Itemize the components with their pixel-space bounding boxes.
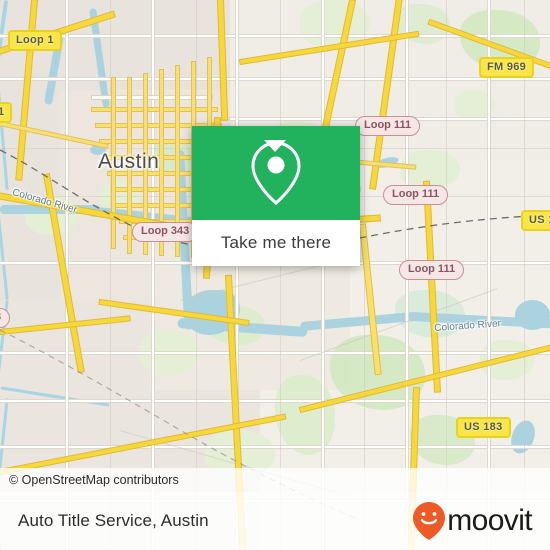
moovit-pin-smiley-icon bbox=[413, 502, 446, 540]
map-screenshot: Austin Colorado River Colorado River Loo… bbox=[0, 0, 550, 550]
take-me-there-button[interactable]: Take me there bbox=[192, 220, 360, 266]
map-attribution-bar: © OpenStreetMap contributors bbox=[0, 468, 550, 492]
bottom-info-bar: Auto Title Service, Austin moovit bbox=[0, 492, 550, 550]
place-name-label: Auto Title Service, Austin bbox=[18, 511, 209, 530]
street-h6 bbox=[0, 400, 550, 402]
moovit-logo[interactable]: moovit bbox=[412, 501, 533, 541]
loop-badge-111-a[interactable]: Loop 111 bbox=[355, 116, 421, 136]
loop-badge-111-c[interactable]: Loop 111 bbox=[399, 260, 465, 280]
take-me-there-label: Take me there bbox=[220, 233, 332, 252]
shield-us-1[interactable]: US 1 bbox=[521, 210, 550, 231]
street-h2 bbox=[0, 78, 550, 80]
popup-arrow bbox=[264, 140, 286, 152]
loop-badge-343[interactable]: Loop 343 bbox=[132, 222, 199, 242]
shield-fm-969[interactable]: FM 969 bbox=[479, 57, 535, 78]
city-label-austin: Austin bbox=[98, 150, 160, 173]
shield-us-183[interactable]: US 183 bbox=[456, 417, 511, 438]
shield-1[interactable]: 1 bbox=[0, 102, 13, 123]
loop-badge-111-b[interactable]: Loop 111 bbox=[383, 185, 449, 205]
attribution-text[interactable]: © OpenStreetMap contributors bbox=[0, 473, 179, 487]
shield-loop-1[interactable]: Loop 1 bbox=[8, 30, 62, 51]
street-h7 bbox=[0, 446, 550, 448]
moovit-wordmark: moovit bbox=[447, 504, 532, 537]
lake-east bbox=[515, 300, 550, 330]
street-h5 bbox=[0, 352, 550, 354]
dt-grid-h2 bbox=[92, 108, 217, 111]
